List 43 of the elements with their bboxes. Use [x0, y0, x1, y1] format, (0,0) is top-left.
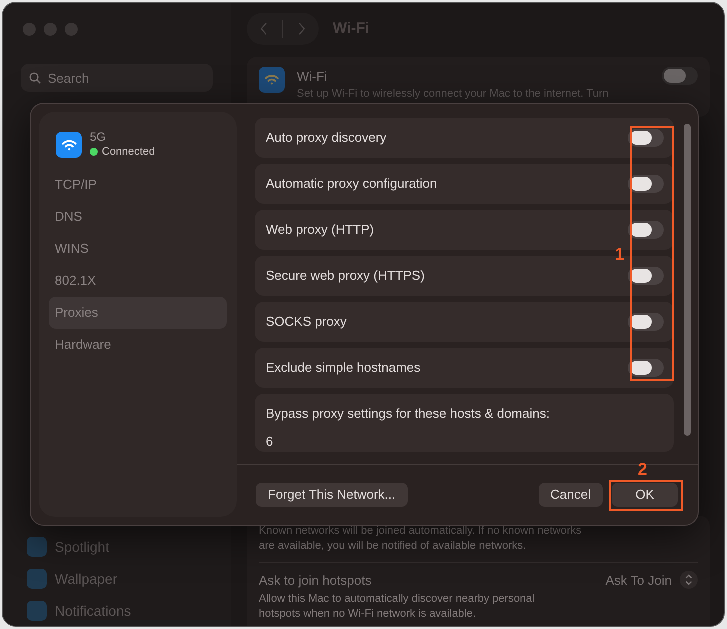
network-status: Connected — [102, 145, 156, 160]
known-networks-note: Known networks will be joined automatically. If no known networks are available, you will be notified of available networks. — [259, 524, 583, 554]
toggle-switch[interactable] — [628, 129, 664, 147]
sidebar-tab[interactable]: TCP/IP — [49, 168, 227, 200]
annotation-number: 2 — [638, 459, 648, 481]
sidebar-tab[interactable]: DNS — [49, 200, 227, 232]
sidebar-item[interactable]: Wallpaper — [27, 568, 213, 590]
search-icon — [29, 72, 42, 85]
hotspots-description: Allow this Mac to automatically discover nearby personal hotspots when no Wi-Fi network is available. — [259, 592, 536, 622]
sidebar-item[interactable]: Notifications — [27, 600, 213, 622]
proxy-label: Web proxy (HTTP) — [266, 221, 374, 240]
annotation-number: 1 — [615, 244, 624, 266]
ok-button[interactable]: OK — [612, 483, 678, 507]
proxy-label: Secure web proxy (HTTPS) — [266, 267, 425, 286]
sidebar-tab[interactable]: 802.1X — [49, 264, 227, 296]
toggle-switch[interactable] — [628, 359, 664, 377]
cancel-button[interactable]: Cancel — [538, 483, 603, 507]
toggle-switch[interactable] — [628, 175, 664, 193]
hotspots-popup[interactable]: Ask To Join — [606, 570, 698, 590]
chevron-updown-icon — [680, 571, 698, 590]
search-field[interactable]: Search — [21, 64, 213, 92]
toggle-switch[interactable] — [628, 221, 664, 239]
network-name: 5G — [90, 130, 108, 144]
toggle-switch[interactable] — [662, 67, 698, 85]
forward-icon — [298, 22, 306, 36]
proxy-label: Automatic proxy configuration — [266, 175, 438, 194]
sidebar-tab[interactable]: Proxies — [49, 296, 227, 328]
sidebar-tab[interactable]: Hardware — [49, 328, 227, 360]
forget-network-button[interactable]: Forget This Network... — [256, 483, 408, 507]
app-icon — [27, 537, 47, 557]
bypass-value: 6 — [266, 432, 274, 450]
proxy-label: SOCKS proxy — [266, 313, 347, 332]
proxy-label: Auto proxy discovery — [266, 129, 387, 148]
wifi-title: Wi-Fi — [297, 68, 328, 86]
hotspots-title: Ask to join hotspots — [259, 572, 373, 590]
bypass-label: Bypass proxy settings for these hosts & domains: — [266, 405, 551, 423]
sidebar-tab[interactable]: WINS — [49, 232, 227, 264]
app-icon — [27, 569, 47, 589]
toggle-switch[interactable] — [628, 313, 664, 331]
proxy-label: Exclude simple hostnames — [266, 359, 421, 378]
app-icon — [27, 601, 47, 621]
back-icon — [260, 22, 268, 36]
toggle-switch[interactable] — [628, 267, 664, 285]
